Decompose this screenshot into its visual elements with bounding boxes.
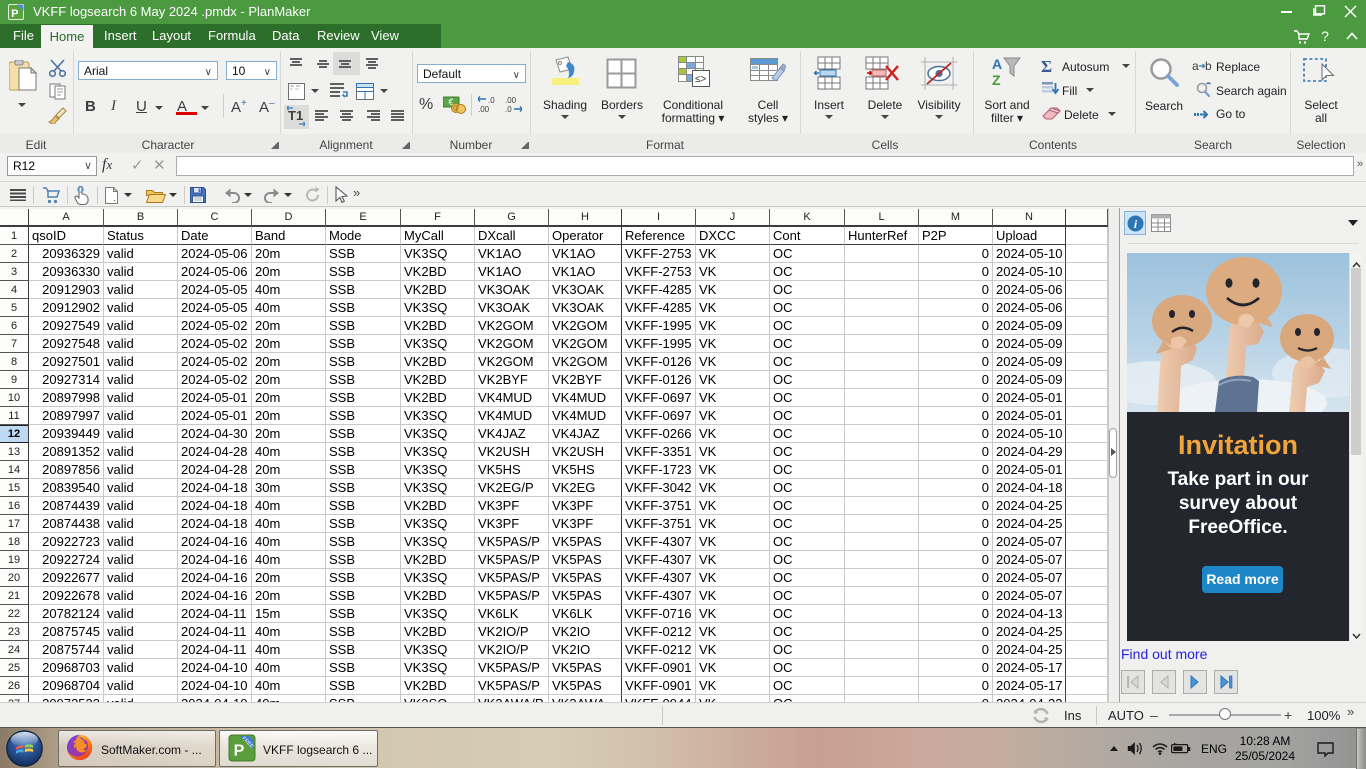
svg-text:P: P (11, 8, 18, 20)
svg-text:A: A (992, 56, 1002, 72)
svg-text:≤>: ≤> (695, 74, 706, 85)
svg-text:?: ? (1321, 28, 1329, 44)
svg-text:b: b (1205, 60, 1212, 73)
svg-text:.0: .0 (505, 105, 512, 113)
svg-text:.0: .0 (488, 96, 495, 105)
svg-text:P: P (234, 743, 245, 760)
svg-text:a: a (1192, 60, 1199, 73)
svg-text:.00: .00 (478, 105, 490, 113)
svg-text:Z: Z (992, 72, 1001, 88)
svg-text:.00: .00 (505, 96, 517, 105)
